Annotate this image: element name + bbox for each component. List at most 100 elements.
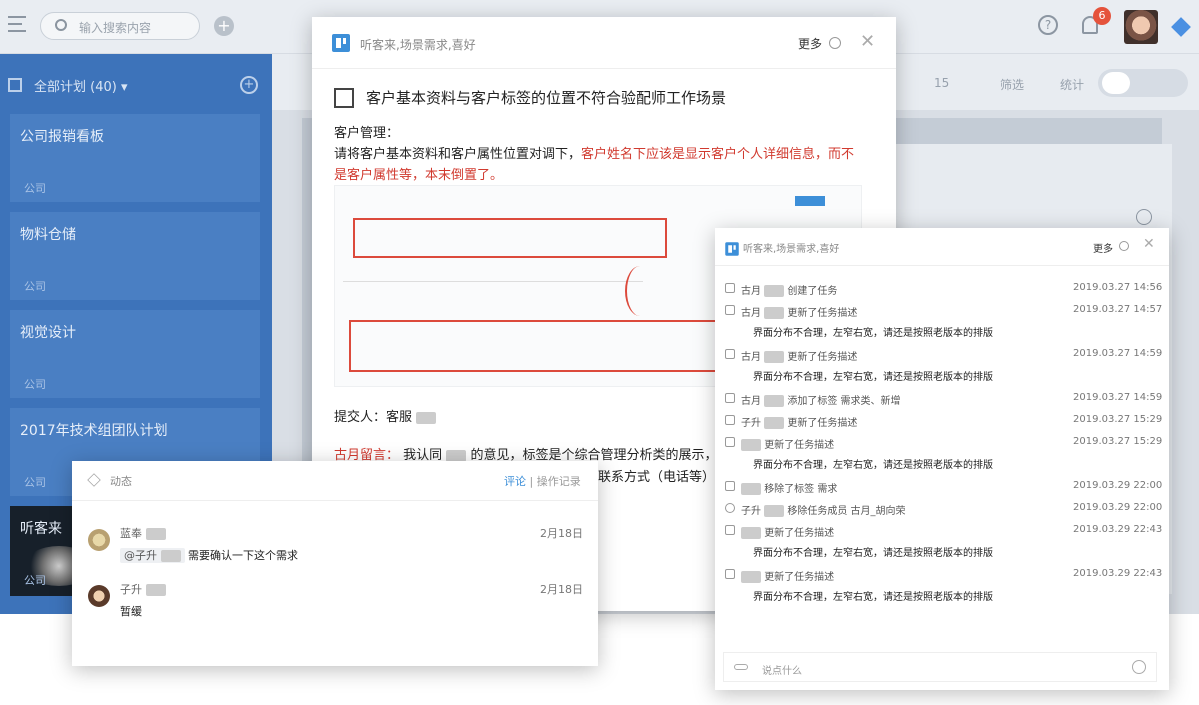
screenshot-tabs — [343, 272, 643, 282]
task-description: 客户管理： 请将客户基本资料和客户属性位置对调下，客户姓名下应该是显示客户个人详… — [334, 123, 874, 186]
activity-desc: 界面分布不合理，左窄右宽，请还是按照老版本的排版 — [753, 548, 993, 559]
activity-row: 子升 更新了任务描述 2019.03.27 15:29 — [715, 412, 1169, 434]
more-chevron-icon[interactable] — [1119, 241, 1129, 251]
redacted — [764, 395, 785, 407]
emoji-icon[interactable] — [1132, 660, 1146, 674]
activity-time: 2019.03.27 15:29 — [1073, 436, 1163, 447]
task-project: 听客来,场景需求,喜好 — [360, 38, 476, 52]
task-title-text: 客户基本资料与客户标签的位置不符合验配师工作场景 — [366, 89, 727, 107]
filter-button[interactable]: 筛选 — [1000, 76, 1024, 93]
activity-action: 移除任务成员 古月_胡向荣 — [787, 506, 906, 517]
task-header: 听客来,场景需求,喜好 更多 ✕ — [312, 17, 896, 69]
comment-body: 暂缓 — [120, 605, 142, 618]
search-input[interactable]: 输入搜索内容 — [40, 12, 200, 40]
activity-action: 更新了任务描述 — [787, 352, 858, 363]
more-button[interactable]: 更多 — [1093, 240, 1113, 255]
activity-user: 古月 — [741, 396, 761, 407]
user-icon — [725, 503, 735, 513]
redacted — [446, 449, 467, 462]
activity-row: 更新了任务描述 2019.03.29 22:43 界面分布不合理，左窄右宽，请还是按… — [715, 566, 1169, 610]
close-icon[interactable]: ✕ — [860, 31, 875, 52]
all-plans-label: 全部计划 (40) — [34, 80, 117, 95]
more-button[interactable]: 更多 — [798, 35, 822, 52]
sidebar-header[interactable]: 全部计划 (40) ▾ + — [0, 54, 272, 114]
board-title: 公司报销看板 — [20, 129, 104, 145]
screenshot-header — [339, 192, 859, 212]
activity-time: 2019.03.27 15:29 — [1073, 414, 1163, 425]
activity-action: 更新了任务描述 — [764, 572, 835, 583]
board-title: 物料仓储 — [20, 227, 76, 243]
tab-comment[interactable]: 评论 — [504, 475, 526, 488]
activity-user: 古月 — [741, 352, 761, 363]
tag-icon — [725, 481, 735, 491]
activity-row: 古月 添加了标签 需求类、新增 2019.03.27 14:59 — [715, 390, 1169, 412]
comment-input[interactable]: 说点什么 — [723, 652, 1157, 682]
diamond-icon[interactable] — [1171, 17, 1191, 37]
dynamic-header: 动态 评论 | 操作记录 — [72, 461, 598, 501]
desc-line: 是客户属性等，本末倒置了。 — [334, 168, 504, 183]
activity-row: 古月 创建了任务 2019.03.27 14:56 — [715, 280, 1169, 302]
redacted — [764, 505, 785, 517]
sidebar-item-board[interactable]: 物料仓储 公司 — [10, 212, 260, 300]
activity-action: 添加了标签 需求类、新增 — [787, 396, 901, 407]
edit-icon — [725, 437, 735, 447]
search-placeholder: 输入搜索内容 — [79, 21, 152, 35]
activity-time: 2019.03.29 22:43 — [1073, 524, 1163, 535]
board-sub: 公司 — [24, 378, 46, 391]
desc-text: 请将客户基本资料和客户属性位置对调下， — [334, 147, 582, 162]
members-count[interactable]: 15 — [934, 76, 949, 90]
activity-header: 听客来,场景需求,喜好 更多 ✕ — [715, 228, 1169, 266]
comment-text: 需要确认一下这个需求 — [188, 549, 298, 562]
stats-button[interactable]: 统计 — [1060, 76, 1084, 93]
activity-action: 更新了任务描述 — [764, 440, 835, 451]
activity-row: 子升 移除任务成员 古月_胡向荣 2019.03.29 22:00 — [715, 500, 1169, 522]
edit-icon — [725, 349, 735, 359]
edit-icon — [725, 525, 735, 535]
tab-log[interactable]: 操作记录 — [537, 475, 581, 488]
view-switcher[interactable] — [1098, 69, 1188, 97]
activity-time: 2019.03.29 22:00 — [1073, 480, 1163, 491]
layers-icon — [87, 473, 101, 487]
board-title: 视觉设计 — [20, 325, 76, 341]
add-icon[interactable]: + — [214, 16, 234, 36]
activity-action: 更新了任务描述 — [787, 418, 858, 429]
attachment-icon[interactable] — [734, 664, 748, 670]
dynamic-panel: 动态 评论 | 操作记录 蓝奉 2月18日 @子升 需要确认一下这个需求 子升 … — [72, 461, 598, 666]
menu-icon[interactable] — [8, 16, 26, 32]
activity-row: 古月 更新了任务描述 2019.03.27 14:59 界面分布不合理，左窄右宽，请… — [715, 346, 1169, 390]
mention-text: @子升 — [124, 549, 157, 562]
activity-time: 2019.03.29 22:00 — [1073, 502, 1163, 513]
activity-user: 古月 — [741, 308, 761, 319]
task-checkbox[interactable] — [334, 88, 354, 108]
avatar — [88, 529, 110, 551]
comment-item: 蓝奉 2月18日 @子升 需要确认一下这个需求 — [88, 525, 588, 565]
board-sub: 公司 — [24, 280, 46, 293]
redacted — [764, 351, 785, 363]
activity-user: 古月 — [741, 286, 761, 297]
redacted — [764, 417, 785, 429]
board-sub: 公司 — [24, 182, 46, 195]
activity-time: 2019.03.27 14:56 — [1073, 282, 1163, 293]
view-active[interactable] — [1102, 72, 1130, 94]
sidebar-item-board[interactable]: 公司报销看板 公司 — [10, 114, 260, 202]
tab-separator: | — [529, 475, 534, 488]
help-icon[interactable]: ? — [1038, 15, 1058, 35]
edit-icon — [725, 305, 735, 315]
activity-row: 更新了任务描述 2019.03.27 15:29 界面分布不合理，左窄右宽，请还是按… — [715, 434, 1169, 478]
activity-time: 2019.03.27 14:57 — [1073, 304, 1163, 315]
add-plan-icon[interactable]: + — [240, 76, 258, 94]
sidebar-item-board[interactable]: 视觉设计 公司 — [10, 310, 260, 398]
activity-action: 更新了任务描述 — [764, 528, 835, 539]
chevron-down-icon[interactable] — [1136, 209, 1152, 225]
close-icon[interactable]: ✕ — [1143, 236, 1155, 252]
redacted — [741, 571, 761, 583]
activity-row: 更新了任务描述 2019.03.29 22:43 界面分布不合理，左窄右宽，请还是按… — [715, 522, 1169, 566]
mention-tag[interactable]: @子升 — [120, 548, 185, 563]
edit-icon — [725, 415, 735, 425]
swap-arrow-icon — [625, 266, 655, 316]
more-chevron-icon[interactable] — [829, 37, 841, 49]
activity-user: 子升 — [741, 506, 761, 517]
user-avatar[interactable] — [1124, 10, 1158, 44]
redacted — [764, 307, 785, 319]
activity-action: 创建了任务 — [787, 286, 838, 297]
